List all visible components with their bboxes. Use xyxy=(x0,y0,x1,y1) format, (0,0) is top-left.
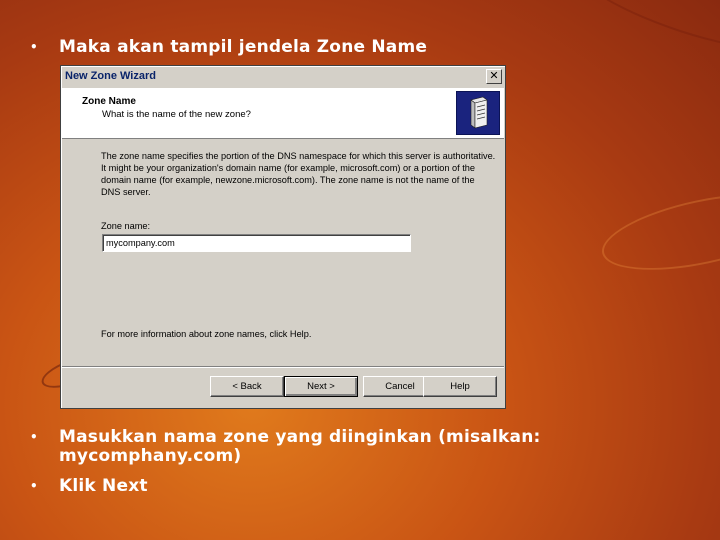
page-subtitle: What is the name of the new zone? xyxy=(102,109,251,120)
bullet-text: Klik Next xyxy=(59,476,148,496)
bullet-item: • Klik Next xyxy=(30,477,690,497)
dns-server-icon xyxy=(456,91,500,135)
bullet-icon: • xyxy=(30,40,38,54)
background-swoosh xyxy=(595,179,720,285)
background-swoosh xyxy=(555,0,720,73)
close-button[interactable]: ✕ xyxy=(486,69,502,84)
close-icon: ✕ xyxy=(489,70,499,82)
zone-description: The zone name specifies the portion of t… xyxy=(101,151,496,197)
dialog-title: New Zone Wizard xyxy=(65,70,156,82)
bullet-icon: • xyxy=(30,430,38,444)
help-hint: For more information about zone names, c… xyxy=(101,329,312,339)
zone-name-label: Zone name: xyxy=(101,221,151,231)
bullet-item: • Masukkan nama zone yang diinginkan (mi… xyxy=(30,428,690,468)
help-button[interactable]: Help xyxy=(423,376,497,397)
page-title: Zone Name xyxy=(82,96,136,107)
wizard-header: Zone Name What is the name of the new zo… xyxy=(62,88,504,139)
back-button[interactable]: < Back xyxy=(210,376,284,397)
dialog-titlebar[interactable]: New Zone Wizard ✕ xyxy=(62,67,504,87)
bullet-text-line: mycomphany.com) xyxy=(59,446,242,466)
bullet-item: • Maka akan tampil jendela Zone Name xyxy=(30,38,690,58)
zone-name-input[interactable] xyxy=(102,234,411,252)
button-divider xyxy=(62,366,504,368)
bullet-text-line: Masukkan nama zone yang diinginkan (misa… xyxy=(59,427,541,447)
bullet-icon: • xyxy=(30,479,38,493)
bullet-text: Maka akan tampil jendela Zone Name xyxy=(59,37,428,57)
bullet-text: Masukkan nama zone yang diinginkan (misa… xyxy=(59,428,541,466)
new-zone-wizard-dialog: New Zone Wizard ✕ Zone Name What is the … xyxy=(60,65,506,409)
next-button[interactable]: Next > xyxy=(284,376,358,397)
